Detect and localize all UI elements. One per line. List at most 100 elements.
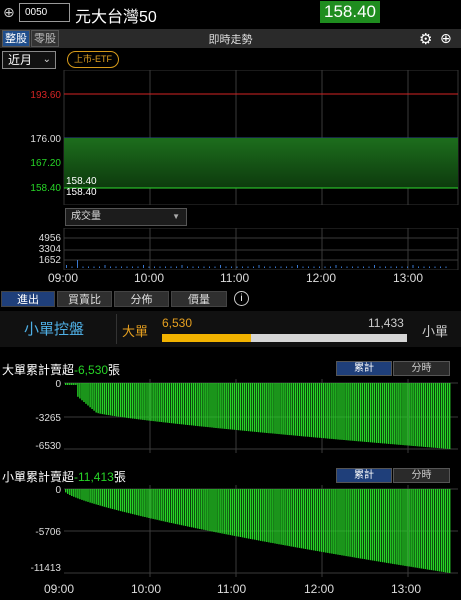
cumulative-bar xyxy=(286,383,288,435)
volume-bar xyxy=(346,266,348,268)
cumulative-bar xyxy=(130,489,132,514)
volume-bar xyxy=(99,266,100,268)
gear-icon[interactable]: ⚙ xyxy=(419,30,432,48)
cumulative-bar xyxy=(412,489,414,568)
cumulative-bar xyxy=(136,383,138,420)
cumulative-bar xyxy=(111,489,114,509)
cumulative-bar xyxy=(426,383,429,448)
cumulative-bar xyxy=(128,383,130,419)
tab-distribution[interactable]: 分佈 xyxy=(114,291,169,307)
small-toggle-interval[interactable]: 分時 xyxy=(393,468,450,483)
cumulative-bar xyxy=(225,489,227,535)
cumulative-bar xyxy=(357,383,359,442)
cumulative-bar xyxy=(282,489,284,545)
stock-code-input[interactable]: 0050 xyxy=(19,3,70,22)
cumulative-bar xyxy=(264,383,266,433)
cumulative-bar xyxy=(67,489,69,494)
cumulative-bar xyxy=(440,383,443,449)
volume-bar xyxy=(440,266,441,268)
cumulative-bar xyxy=(390,489,392,564)
cumulative-bar xyxy=(239,489,242,537)
big-toggle-cumulative[interactable]: 累計 xyxy=(336,361,392,376)
cumulative-bar xyxy=(231,383,233,430)
indicator-select[interactable]: 成交量 ▼ xyxy=(65,208,187,226)
cumulative-bar xyxy=(428,489,431,570)
cumulative-bar xyxy=(75,383,77,385)
volume-y-label: 3304 xyxy=(39,244,62,255)
cumulative-bar xyxy=(386,489,388,563)
cumulative-bar xyxy=(373,489,376,561)
add-icon[interactable]: ⊕ xyxy=(440,30,452,47)
cumulative-bar xyxy=(444,489,447,573)
info-icon[interactable]: i xyxy=(234,291,249,306)
cumulative-bar xyxy=(188,383,191,426)
cumulative-bar xyxy=(109,383,112,416)
cumulative-bar xyxy=(180,383,183,425)
volume-bar xyxy=(335,265,337,268)
tab-price-volume[interactable]: 價量 xyxy=(171,291,227,307)
cumulative-bar xyxy=(168,489,170,523)
cumulative-bar xyxy=(418,489,420,569)
cumulative-bar xyxy=(343,489,345,556)
volume-bar xyxy=(396,266,397,268)
cumulative-bar xyxy=(97,489,99,505)
cumulative-bar xyxy=(276,383,278,434)
volume-bar xyxy=(214,266,216,268)
volume-bar xyxy=(71,266,73,268)
cumulative-bar xyxy=(371,489,374,561)
small-toggle-cumulative[interactable]: 累計 xyxy=(336,468,392,483)
tab-buy-sell-ratio[interactable]: 買賣比 xyxy=(57,291,112,307)
cumulative-bar xyxy=(386,383,388,444)
cumulative-bar xyxy=(154,489,156,520)
chart-title: 即時走勢 xyxy=(208,34,253,46)
cumulative-bar xyxy=(199,489,201,529)
cumulative-bar xyxy=(193,383,195,426)
big-y-label: 0 xyxy=(55,379,61,390)
volume-bar xyxy=(137,266,139,268)
volume-bar xyxy=(297,265,298,268)
cumulative-bar xyxy=(140,383,142,420)
time-axis: 09:00 10:00 11:00 12:00 13:00 xyxy=(0,271,461,287)
cumulative-bar xyxy=(416,383,418,447)
cumulative-bar xyxy=(274,383,276,434)
cumulative-bar xyxy=(107,489,110,508)
cumulative-bar xyxy=(207,489,209,531)
cumulative-bar xyxy=(400,383,402,445)
big-toggle-interval[interactable]: 分時 xyxy=(393,361,450,376)
price-chart: 193.60 176.00 167.20 158.40 158.40 158.4… xyxy=(30,70,459,205)
cumulative-bar xyxy=(227,383,229,430)
cumulative-bar xyxy=(170,489,173,523)
cumulative-bar xyxy=(197,489,199,529)
cumulative-bar xyxy=(199,383,201,427)
volume-bar xyxy=(374,265,375,268)
cumulative-bar xyxy=(414,383,416,447)
volume-y-label: 1652 xyxy=(39,255,62,266)
period-dropdown[interactable]: 近月 ⌄ xyxy=(2,51,56,69)
cumulative-bar xyxy=(117,383,120,417)
cumulative-bar xyxy=(392,489,394,564)
small-title-value: -11,413 xyxy=(74,470,114,484)
cumulative-bar xyxy=(312,489,315,551)
cumulative-bar xyxy=(205,489,207,531)
cumulative-bar xyxy=(81,383,83,401)
cumulative-bar xyxy=(418,383,420,447)
tab-inout[interactable]: 進出 xyxy=(1,291,55,307)
cumulative-bar xyxy=(174,489,177,524)
cumulative-bar xyxy=(390,383,392,445)
cumulative-bar xyxy=(233,383,235,430)
cumulative-bar xyxy=(75,489,77,498)
cumulative-bar xyxy=(351,383,353,441)
cumulative-bar xyxy=(126,489,128,513)
cumulative-bar xyxy=(213,383,215,428)
cumulative-bar xyxy=(211,383,213,428)
cumulative-bar xyxy=(79,489,81,500)
cumulative-bar xyxy=(329,489,331,554)
cumulative-bar xyxy=(95,489,97,505)
add-icon[interactable]: ⊕ xyxy=(3,5,17,19)
cumulative-bar xyxy=(396,489,398,565)
cumulative-bar xyxy=(184,383,187,425)
cumulative-bar xyxy=(73,489,75,497)
volume-bar xyxy=(390,266,392,268)
cumulative-bar xyxy=(121,383,124,418)
cumulative-bar xyxy=(170,383,173,424)
